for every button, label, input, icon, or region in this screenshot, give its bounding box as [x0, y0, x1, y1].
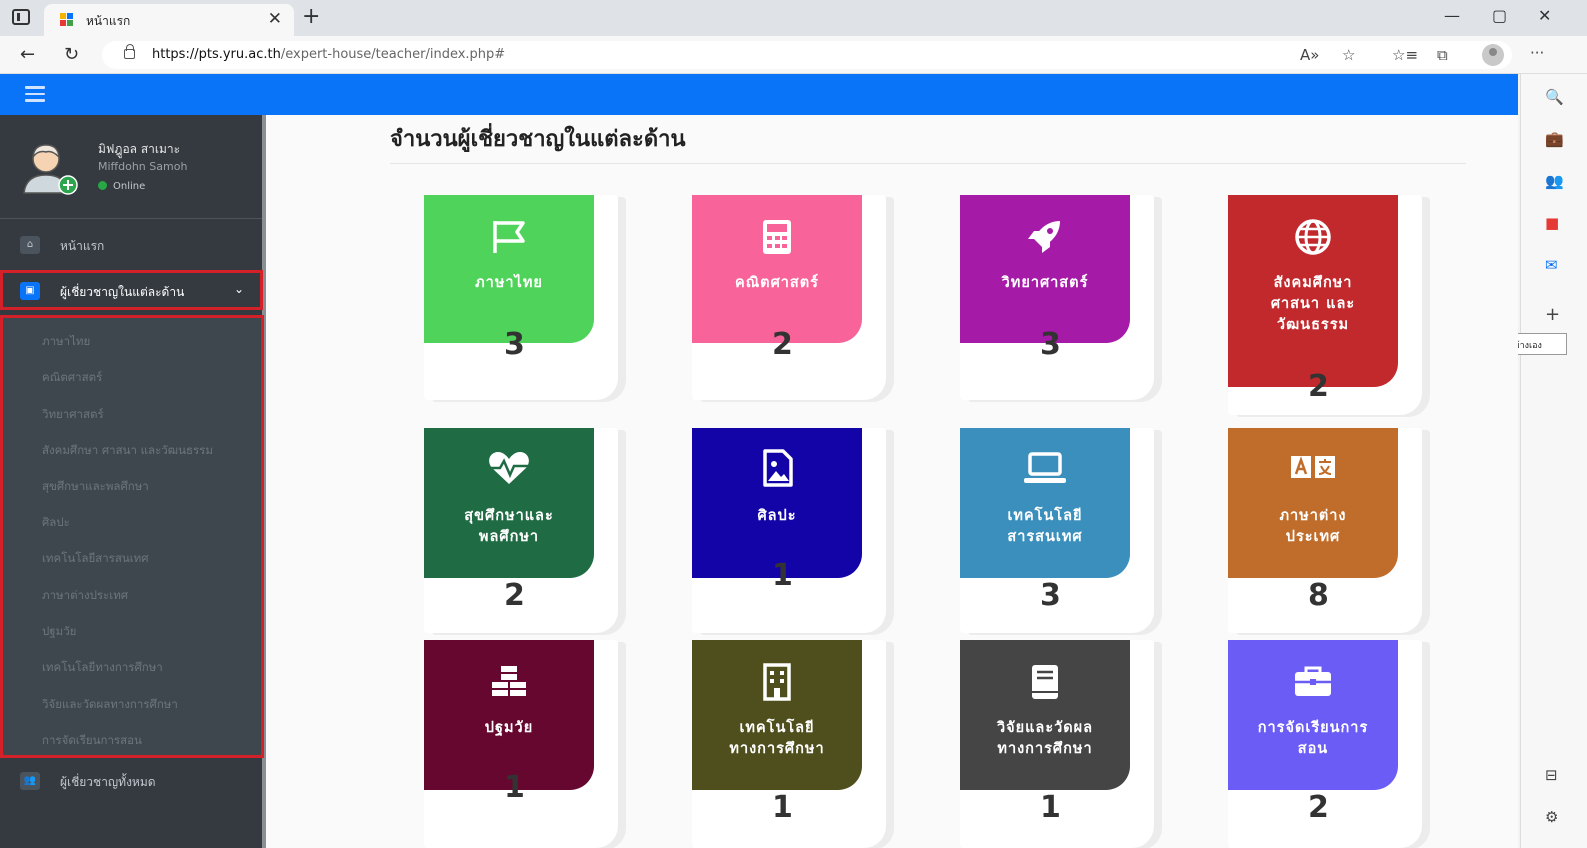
- hide-sidebar-icon[interactable]: ⊟: [1545, 766, 1558, 784]
- sidebar-settings-icon[interactable]: ⚙: [1545, 808, 1558, 826]
- home-icon: ⌂: [20, 236, 40, 254]
- flag-icon: [493, 221, 525, 253]
- card-title: วิทยาศาสตร์: [1001, 275, 1089, 291]
- site-favicon-icon: [60, 13, 74, 27]
- card-count: 1: [504, 770, 525, 805]
- card-title: ปฐมวัย: [484, 720, 534, 736]
- tab-title: หน้าแรก: [86, 14, 131, 28]
- laptop-icon: [1024, 452, 1066, 483]
- page-title: จำนวนผู้เชี่ยวชาญในแต่ละด้าน: [390, 127, 686, 152]
- card-count: 2: [1308, 790, 1329, 825]
- close-window-icon[interactable]: ✕: [1538, 6, 1551, 25]
- card-title: เทคโนโลยี สารสนเทศ: [1007, 508, 1083, 545]
- page-navbar: [0, 74, 1518, 115]
- user-name-english: Miffdohn Samoh: [98, 160, 188, 173]
- browser-tab-bar: หน้าแรก ✕ + — ▢ ✕: [0, 0, 1587, 36]
- shopping-icon[interactable]: 💼: [1545, 130, 1564, 148]
- image-file-icon: [763, 449, 793, 487]
- category-card[interactable]: ปฐมวัย 1: [424, 640, 618, 848]
- card-title: สุขศึกษาและ พลศึกษา: [464, 508, 554, 545]
- card-title: เทคโนโลยี ทางการศึกษา: [729, 720, 825, 757]
- user-avatar-icon: [23, 144, 78, 195]
- sidebar-item-home[interactable]: ⌂ หน้าแรก: [8, 226, 256, 264]
- card-title: สังคมศึกษา ศาสนา และ วัฒนธรรม: [1270, 275, 1356, 333]
- online-label: Online: [113, 181, 146, 192]
- add-sidebar-icon[interactable]: +: [1545, 304, 1560, 325]
- office-icon[interactable]: ■: [1545, 214, 1559, 232]
- card-title: การจัดเรียนการ สอน: [1257, 720, 1369, 757]
- sidebar-item-all-experts[interactable]: 👥 ผู้เชี่ยวชาญทั้งหมด: [8, 762, 256, 800]
- tab-actions-icon[interactable]: [12, 9, 30, 25]
- user-panel: มิฟฎูอล สาเมาะ Miffdohn Samoh Online: [0, 115, 262, 219]
- card-title: คณิตศาสตร์: [735, 275, 819, 291]
- back-icon[interactable]: ←: [20, 44, 35, 65]
- browser-tab[interactable]: หน้าแรก ✕: [44, 4, 294, 36]
- online-dot-icon: [98, 181, 107, 190]
- url-text: https://pts.yru.ac.th/expert-house/teach…: [152, 47, 506, 62]
- book-icon: [1032, 665, 1058, 699]
- card-count: 2: [504, 578, 525, 613]
- card-count: 1: [1040, 790, 1061, 825]
- globe-icon: [1295, 219, 1331, 255]
- tools-icon[interactable]: 👥: [1545, 172, 1564, 190]
- card-title: ภาษาไทย: [475, 275, 543, 291]
- online-status: Online: [98, 181, 145, 192]
- url-field[interactable]: https://pts.yru.ac.th/expert-house/teach…: [102, 41, 1512, 69]
- category-card[interactable]: วิทยาศาสตร์ 3: [960, 195, 1154, 400]
- category-card[interactable]: คณิตศาสตร์ 2: [692, 195, 886, 400]
- language-icon: [1291, 456, 1335, 478]
- card-title: วิจัยและวัดผล ทางการศึกษา: [996, 720, 1094, 757]
- close-tab-icon[interactable]: ✕: [268, 9, 282, 29]
- search-icon[interactable]: 🔍: [1545, 88, 1564, 106]
- hamburger-menu-icon[interactable]: [25, 86, 45, 102]
- address-bar-row: ← ↻ https://pts.yru.ac.th/expert-house/t…: [0, 36, 1587, 74]
- favorite-add-icon[interactable]: ☆: [1342, 46, 1355, 64]
- title-divider: [390, 163, 1466, 164]
- card-count: 1: [772, 790, 793, 825]
- highlight-box-5: [0, 270, 263, 310]
- read-aloud-icon[interactable]: A»: [1300, 46, 1319, 64]
- outlook-icon[interactable]: ✉: [1545, 256, 1558, 274]
- highlight-box-6: [0, 315, 264, 758]
- sidebar-item-label: หน้าแรก: [60, 239, 105, 253]
- card-count: 1: [772, 558, 793, 593]
- favorites-icon[interactable]: ☆≡: [1392, 46, 1418, 64]
- category-card[interactable]: ภาษาไทย 3: [424, 195, 618, 400]
- refresh-icon[interactable]: ↻: [64, 44, 79, 65]
- card-count: 3: [1040, 578, 1061, 613]
- sidebar-item-label: ผู้เชี่ยวชาญทั้งหมด: [60, 775, 156, 789]
- card-count: 3: [504, 327, 525, 362]
- category-card[interactable]: ภาษาต่าง ประเทศ 8: [1228, 428, 1422, 633]
- category-card[interactable]: การจัดเรียนการ สอน 2: [1228, 640, 1422, 848]
- card-count: 8: [1308, 578, 1329, 613]
- user-name[interactable]: มิฟฎูอล สาเมาะ: [98, 140, 180, 159]
- rocket-icon: [1028, 221, 1060, 253]
- category-card[interactable]: สังคมศึกษา ศาสนา และ วัฒนธรรม 2: [1228, 195, 1422, 415]
- building-icon: [763, 663, 791, 701]
- category-card[interactable]: วิจัยและวัดผล ทางการศึกษา 1: [960, 640, 1154, 848]
- main-content: จำนวนผู้เชี่ยวชาญในแต่ละด้าน ภาษาไทย 3 ค…: [266, 115, 1518, 848]
- users-icon: 👥: [20, 772, 40, 790]
- minimize-icon[interactable]: —: [1444, 6, 1460, 25]
- briefcase-icon: [1295, 666, 1331, 696]
- more-menu-icon[interactable]: ···: [1530, 44, 1544, 62]
- category-card[interactable]: สุขศึกษาและ พลศึกษา 2: [424, 428, 618, 633]
- profile-avatar-icon[interactable]: [1482, 44, 1504, 66]
- browser-sidebar: 🔍 💼 👥 ■ ✉ + ⊟ ⚙: [1520, 74, 1587, 848]
- card-count: 2: [1308, 369, 1329, 404]
- calculator-icon: [763, 220, 791, 254]
- lock-icon[interactable]: [124, 44, 135, 59]
- restore-icon[interactable]: ▢: [1492, 6, 1507, 25]
- card-count: 3: [1040, 327, 1061, 362]
- card-title: ศิลปะ: [757, 508, 797, 524]
- cubes-icon: [492, 666, 526, 696]
- card-count: 2: [772, 327, 793, 362]
- category-card[interactable]: เทคโนโลยี สารสนเทศ 3: [960, 428, 1154, 633]
- new-tab-icon[interactable]: +: [302, 4, 320, 29]
- heartbeat-icon: [489, 452, 529, 484]
- category-card[interactable]: เทคโนโลยี ทางการศึกษา 1: [692, 640, 886, 848]
- collections-icon[interactable]: ⧉: [1437, 46, 1448, 64]
- category-card[interactable]: ศิลปะ 1: [692, 428, 886, 633]
- card-title: ภาษาต่าง ประเทศ: [1279, 508, 1347, 545]
